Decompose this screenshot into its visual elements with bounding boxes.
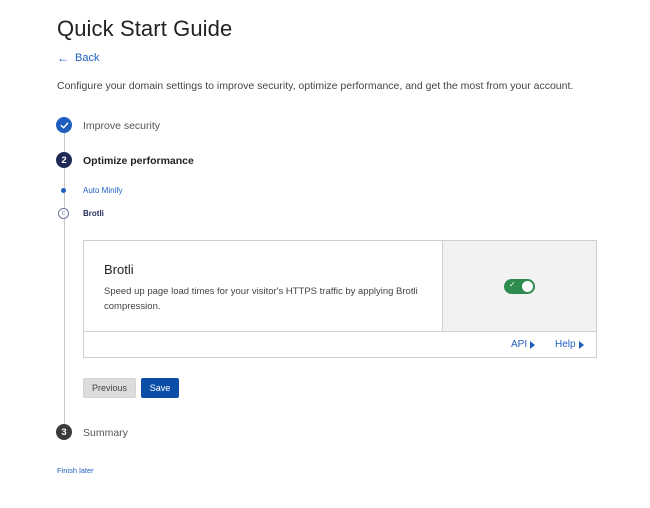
- api-link[interactable]: API: [511, 339, 536, 350]
- help-link[interactable]: Help: [555, 339, 584, 350]
- save-button[interactable]: Save: [141, 378, 179, 398]
- help-link-label: Help: [555, 339, 576, 350]
- step-optimize-performance[interactable]: Optimize performance: [83, 155, 194, 167]
- brotli-toggle[interactable]: ✓: [504, 279, 535, 294]
- step-complete-check-icon: [56, 117, 72, 133]
- step-summary[interactable]: Summary: [83, 427, 128, 439]
- previous-button[interactable]: Previous: [83, 378, 136, 398]
- step-improve-security[interactable]: Improve security: [83, 120, 160, 132]
- arrow-left-icon: ←: [57, 51, 69, 65]
- step-number-badge: 2: [56, 152, 72, 168]
- step-number-badge: 3: [56, 424, 72, 440]
- back-label: Back: [75, 52, 100, 64]
- page-title: Quick Start Guide: [57, 16, 233, 41]
- check-icon: ✓: [509, 280, 516, 289]
- brotli-setting-card: Brotli Speed up page load times for your…: [83, 240, 597, 358]
- back-link[interactable]: ← Back: [57, 52, 99, 64]
- caret-right-icon: [530, 340, 536, 349]
- substep-active-ring-icon: c: [58, 208, 69, 219]
- card-content: Brotli Speed up page load times for your…: [84, 241, 443, 332]
- api-link-label: API: [511, 339, 528, 350]
- toggle-knob: [522, 281, 533, 292]
- intro-text: Configure your domain settings to improv…: [57, 80, 574, 92]
- substep-complete-dot: [61, 188, 66, 193]
- card-title: Brotli: [104, 262, 134, 277]
- card-description: Speed up page load times for your visito…: [104, 286, 418, 312]
- progress-rail: [63, 133, 65, 153]
- substep-brotli[interactable]: Brotli: [83, 209, 104, 218]
- substep-auto-minify[interactable]: Auto Minify: [83, 186, 123, 195]
- finish-later-link[interactable]: Finish later: [57, 466, 94, 475]
- caret-right-icon: [578, 340, 584, 349]
- progress-rail: [63, 168, 65, 424]
- card-control-panel: ✓: [443, 241, 596, 332]
